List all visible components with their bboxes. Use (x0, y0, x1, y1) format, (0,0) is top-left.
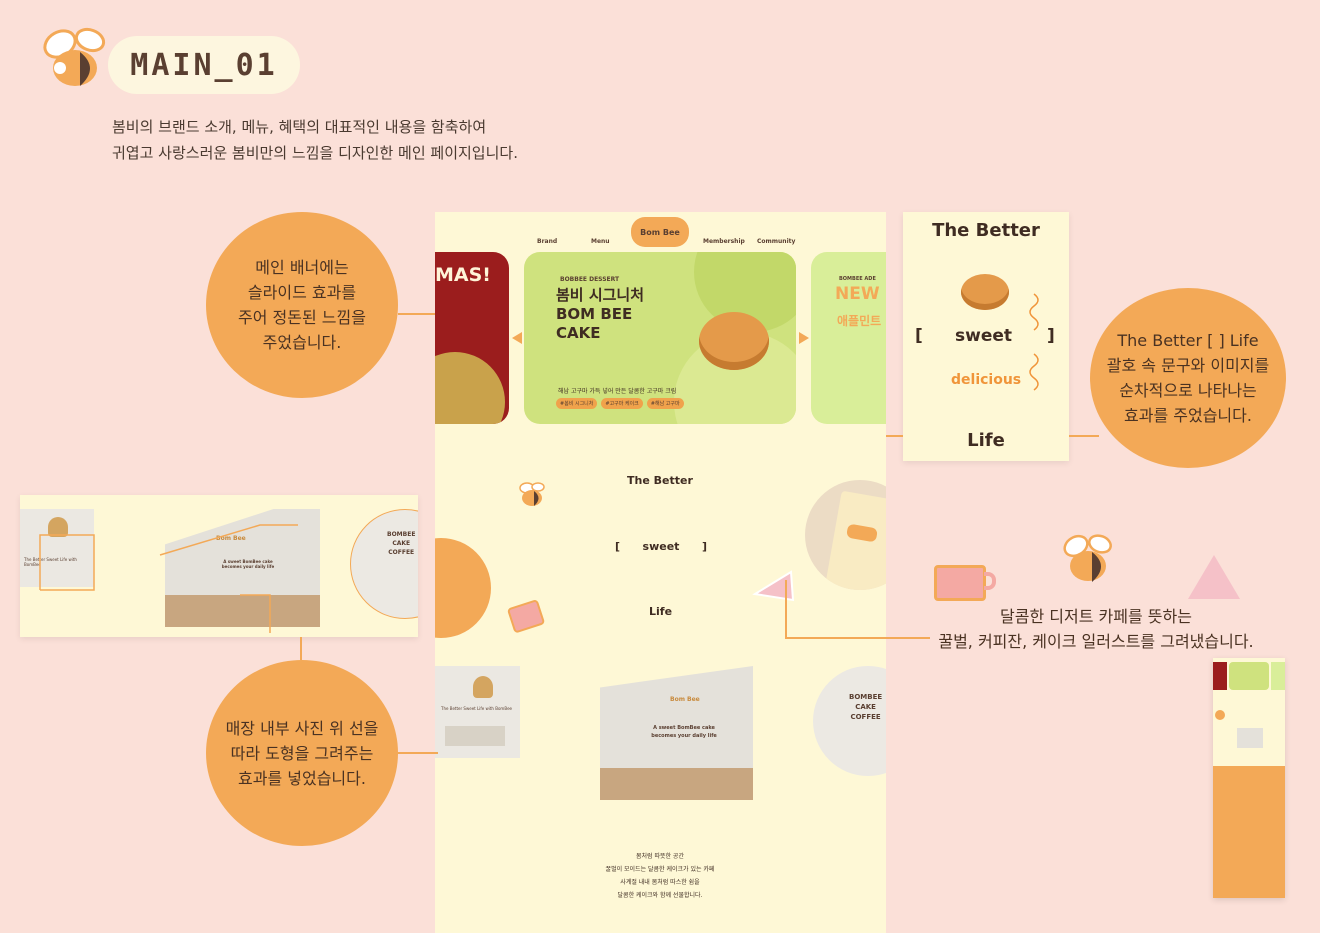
slide-tag: BOBBEE DESSERT (560, 276, 620, 283)
slide-tag-1: #봄비 시그니처 (556, 398, 598, 409)
cake-illustration-icon (1188, 555, 1240, 599)
coffee-cup-icon (507, 600, 545, 633)
page-title: MAIN_01 (108, 36, 300, 94)
slide-tags: #봄비 시그니처 #고구마 케이크 #해남 고구마 (556, 398, 684, 409)
cafe-sign-circle: BOMBEE CAKE COFFEE (813, 666, 886, 776)
annotation-illustration: 달콤한 디저트 카페를 뜻하는 꿀벌, 커피잔, 케이크 일러스트를 그려냈습니… (938, 607, 1254, 651)
connector-line (785, 580, 930, 639)
coffee-cup-illustration-icon (934, 565, 986, 601)
full-page-thumbnail (1213, 658, 1285, 898)
the-better-label: The Better (627, 474, 693, 487)
the-better-card: The Better [ sweet ] delicious Life (903, 212, 1069, 461)
nav-logo[interactable]: Bom Bee (631, 217, 689, 247)
slide-prev-arrow-icon[interactable] (512, 332, 522, 344)
annotation-store: 매장 내부 사진 위 선을 따라 도형을 그려주는 효과를 넣었습니다. (206, 660, 398, 846)
bee-logo-icon (43, 27, 106, 86)
main-page-mock: Brand Menu Membership Community Bom Bee … (435, 212, 886, 933)
cake-icon (961, 274, 1009, 310)
nav-bar: Brand Menu Membership Community Bom Bee (435, 212, 886, 252)
bee-icon (519, 482, 545, 506)
nav-membership[interactable]: Membership (703, 238, 745, 245)
brand-story: 봄처럼 따뜻한 공간 꿀벌이 모이드는 달콤한 케이크가 있는 카페 사계절 내… (605, 853, 715, 899)
interior-photo-panel: The Better Sweet Life with BomBee Bom Be… (20, 495, 418, 637)
connector-line (1069, 435, 1099, 437)
intro-text: 봄비의 브랜드 소개, 메뉴, 혜택의 대표적인 내용을 함축하여 귀엽고 사랑… (112, 118, 518, 162)
slide-desc: 해남 고구마 가득 넣어 만든 달콤한 고구마 크림 (558, 388, 677, 395)
life-label: Life (649, 605, 673, 618)
slide-tag-2: #고구마 케이크 (601, 398, 643, 409)
cup-handle (984, 572, 996, 590)
connector-line (300, 637, 302, 660)
outline-shapes (39, 524, 298, 633)
connector-line (886, 435, 903, 437)
cafe-photo-small: The Better Sweet Life with BomBee (435, 666, 520, 758)
slide-tag-3: #해남 고구마 (646, 398, 684, 409)
connector-line (398, 752, 438, 754)
cake-image (699, 312, 769, 370)
package-photo (805, 480, 886, 590)
slide-title: 봄비 시그니처 BOM BEE CAKE (556, 286, 645, 342)
slide-next-arrow-icon[interactable] (799, 332, 809, 344)
swirl-icon (1029, 293, 1039, 391)
annotation-banner: 메인 배너에는 슬라이드 효과를 주어 정돈된 느낌을 주었습니다. (206, 212, 398, 398)
bee-illustration-icon (1063, 534, 1112, 582)
connector-line (398, 313, 438, 315)
nav-menu[interactable]: Menu (591, 238, 610, 245)
nav-brand[interactable]: Brand (537, 238, 557, 245)
bracket-row: [ sweet ] (615, 540, 707, 553)
annotation-the-better: The Better [ ] Life 괄호 속 문구와 이미지를 순차적으로 … (1090, 288, 1286, 468)
nav-community[interactable]: Community (757, 238, 795, 245)
slide-next: BOMBEE ADE NEW 애플민트 (811, 252, 886, 424)
orange-circle-deco (435, 538, 491, 638)
slide-prev: MAS! (435, 252, 509, 424)
main-banner-slide: BOBBEE DESSERT 봄비 시그니처 BOM BEE CAKE 해남 고… (524, 252, 796, 424)
cafe-floor (600, 768, 753, 800)
